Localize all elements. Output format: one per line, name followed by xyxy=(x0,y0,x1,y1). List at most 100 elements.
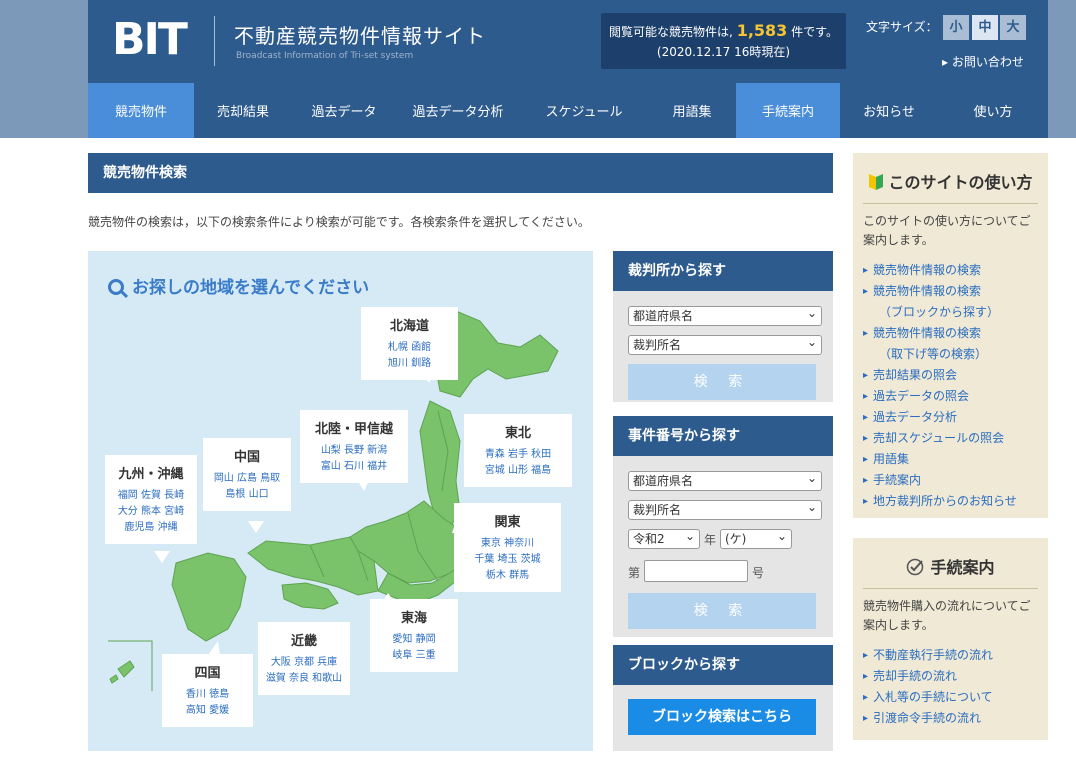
region-prefs: 岡山 広島 鳥取 島根 山口 xyxy=(213,473,281,500)
procedure-link[interactable]: 売却手続の流れ xyxy=(863,666,1038,687)
usage-box: このサイトの使い方 このサイトの使い方についてご案内します。 競売物件情報の検索… xyxy=(853,153,1048,518)
region-name: 中国 xyxy=(233,450,260,465)
court-search-pref-select[interactable]: 都道府県名 xyxy=(628,304,822,326)
usage-link[interactable]: 用語集 xyxy=(863,449,1038,470)
nav-item-glossary[interactable]: 用語集 xyxy=(648,83,736,138)
logo-divider xyxy=(214,16,215,66)
font-size-small-button[interactable]: 小 xyxy=(943,15,969,40)
region-shikoku[interactable]: 四国 香川 徳島 高知 愛媛 xyxy=(162,654,253,727)
global-nav: 競売物件 売却結果 過去データ 過去データ分析 スケジュール 用語集 手続案内 … xyxy=(0,83,1076,138)
font-size-label: 文字サイズ： xyxy=(866,20,938,34)
usage-link[interactable]: 地方裁判所からのお知らせ xyxy=(863,491,1038,512)
case-search-pref-select[interactable]: 都道府県名 xyxy=(628,469,822,491)
region-map-panel: お探しの地域を選んでください 北海道 札幌 函館 旭川 釧路 東北 青森 岩手 秋… xyxy=(88,251,593,751)
region-chugoku[interactable]: 中国 岡山 広島 鳥取 島根 山口 xyxy=(203,438,291,511)
region-name: 近畿 xyxy=(290,634,317,649)
year-label: 年 xyxy=(704,533,717,547)
header-inner: BIT 不動産競売物件情報サイト Broadcast Information o… xyxy=(88,0,1048,83)
intro-text: 競売物件の検索は，以下の検索条件により検索が可能です。各検索条件を選択してくださ… xyxy=(88,215,590,229)
usage-link[interactable]: 競売物件情報の検索 xyxy=(863,260,1038,281)
case-search-button[interactable]: 検 索 xyxy=(628,593,816,629)
procedure-box: 手続案内 競売物件購入の流れについてご案内します。 不動産執行手続の流れ 売却手… xyxy=(853,538,1048,740)
region-prefs: 愛知 静岡 岐阜 三重 xyxy=(392,634,436,661)
region-hokkaido[interactable]: 北海道 札幌 函館 旭川 釧路 xyxy=(361,307,458,380)
property-count-box: 閲覧可能な競売物件は, 1,583 件です。 (2020.12.17 16時現在… xyxy=(601,13,846,69)
court-search-button[interactable]: 検 索 xyxy=(628,364,816,400)
court-search-court-select[interactable]: 裁判所名 xyxy=(628,333,822,355)
usage-link[interactable]: 売却結果の照会 xyxy=(863,365,1038,386)
region-name: 四国 xyxy=(194,666,221,681)
case-search-panel: 事件番号から探す 都道府県名 裁判所名 令和2 年 (ケ) 第 号 検 索 xyxy=(613,416,833,637)
nav-item-how-to-use[interactable]: 使い方 xyxy=(938,83,1048,138)
nav-item-properties[interactable]: 競売物件 xyxy=(88,83,194,138)
block-search-panel: ブロックから探す ブロック検索はこちら xyxy=(613,645,833,751)
region-name: 北海道 xyxy=(389,319,429,334)
usage-box-title: このサイトの使い方 xyxy=(863,153,1038,204)
region-name: 北陸・甲信越 xyxy=(314,422,393,437)
count-prefix: 閲覧可能な競売物件は, xyxy=(609,25,733,39)
nav-item-schedule[interactable]: スケジュール xyxy=(520,83,648,138)
region-kinki[interactable]: 近畿 大阪 京都 兵庫 滋賀 奈良 和歌山 xyxy=(258,622,350,695)
block-search-button[interactable]: ブロック検索はこちら xyxy=(628,699,816,735)
nav-item-news[interactable]: お知らせ xyxy=(840,83,938,138)
font-size-medium-button[interactable]: 中 xyxy=(972,15,998,40)
case-search-title: 事件番号から探す xyxy=(613,416,833,456)
beginner-mark-icon xyxy=(869,174,884,190)
region-prefs: 香川 徳島 高知 愛媛 xyxy=(185,689,230,716)
case-number-input[interactable] xyxy=(644,560,748,582)
header-bar: BIT 不動産競売物件情報サイト Broadcast Information o… xyxy=(0,0,1076,83)
usage-links: 競売物件情報の検索 競売物件情報の検索（ブロックから探す） 競売物件情報の検索（… xyxy=(863,260,1038,512)
section-title: 競売物件検索 xyxy=(88,153,833,193)
usage-link[interactable]: 過去データの照会 xyxy=(863,386,1038,407)
region-kanto[interactable]: 関東 東京 神奈川 千葉 埼玉 茨城 栃木 群馬 xyxy=(454,503,561,592)
court-search-panel: 裁判所から探す 都道府県名 裁判所名 検 索 xyxy=(613,251,833,402)
nav-item-sale-results[interactable]: 売却結果 xyxy=(194,83,292,138)
usage-link[interactable]: 競売物件情報の検索（取下げ等の検索） xyxy=(863,323,1038,365)
procedure-link[interactable]: 不動産執行手続の流れ xyxy=(863,645,1038,666)
region-name: 九州・沖縄 xyxy=(118,467,184,482)
block-search-title: ブロックから探す xyxy=(613,645,833,685)
region-name: 東北 xyxy=(504,426,531,441)
search-icon xyxy=(108,279,124,295)
region-prefs: 東京 神奈川 千葉 埼玉 茨城 栃木 群馬 xyxy=(474,538,541,581)
map-title: お探しの地域を選んでください xyxy=(108,273,369,298)
map-shikoku xyxy=(281,582,339,610)
check-circle-icon xyxy=(907,558,924,576)
count-value: 1,583 xyxy=(736,21,788,40)
font-size-large-button[interactable]: 大 xyxy=(1000,15,1026,40)
map-okinawa xyxy=(117,660,135,678)
procedure-box-desc: 競売物件購入の流れについてご案内します。 xyxy=(863,599,1031,632)
procedure-link[interactable]: 引渡命令手続の流れ xyxy=(863,708,1038,729)
procedure-links: 不動産執行手続の流れ 売却手続の流れ 入札等の手続について 引渡命令手続の流れ xyxy=(863,645,1038,729)
region-tohoku[interactable]: 東北 青森 岩手 秋田 宮城 山形 福島 xyxy=(464,414,572,487)
case-no-prefix: 第 xyxy=(628,566,641,580)
court-search-title: 裁判所から探す xyxy=(613,251,833,291)
nav-item-procedures[interactable]: 手続案内 xyxy=(736,83,840,138)
region-prefs: 山梨 長野 新潟 富山 石川 福井 xyxy=(320,445,388,472)
usage-link[interactable]: 手続案内 xyxy=(863,470,1038,491)
era-select[interactable]: 令和2 xyxy=(628,527,700,549)
site-subtitle: Broadcast Information of Tri-set system xyxy=(236,51,414,61)
count-suffix: 件です。 xyxy=(791,25,838,39)
count-date: (2020.12.17 16時現在) xyxy=(656,45,791,59)
region-prefs: 札幌 函館 旭川 釧路 xyxy=(387,342,432,369)
region-prefs: 福岡 佐賀 長崎 大分 熊本 宮崎 鹿児島 沖縄 xyxy=(117,490,185,533)
region-prefs: 青森 岩手 秋田 宮城 山形 福島 xyxy=(484,449,552,476)
case-no-suffix: 号 xyxy=(752,566,765,580)
nav-item-past-data-analysis[interactable]: 過去データ分析 xyxy=(396,83,520,138)
region-kyushu-okinawa[interactable]: 九州・沖縄 福岡 佐賀 長崎 大分 熊本 宮崎 鹿児島 沖縄 xyxy=(105,455,197,544)
map-kyushu xyxy=(171,552,247,642)
contact-link[interactable]: ▸ お問い合わせ xyxy=(942,53,1024,70)
region-name: 関東 xyxy=(494,515,521,530)
case-search-court-select[interactable]: 裁判所名 xyxy=(628,498,822,520)
usage-link[interactable]: 売却スケジュールの照会 xyxy=(863,428,1038,449)
region-hokuriku-koshinetsu[interactable]: 北陸・甲信越 山梨 長野 新潟 富山 石川 福井 xyxy=(300,410,408,483)
region-tokai[interactable]: 東海 愛知 静岡 岐阜 三重 xyxy=(370,599,458,672)
procedure-link[interactable]: 入札等の手続について xyxy=(863,687,1038,708)
case-type-select[interactable]: (ケ) xyxy=(720,527,792,549)
bit-logo[interactable]: BIT xyxy=(112,18,188,62)
procedure-box-title: 手続案内 xyxy=(863,538,1038,589)
usage-link[interactable]: 競売物件情報の検索（ブロックから探す） xyxy=(863,281,1038,323)
nav-item-past-data[interactable]: 過去データ xyxy=(292,83,396,138)
usage-link[interactable]: 過去データ分析 xyxy=(863,407,1038,428)
